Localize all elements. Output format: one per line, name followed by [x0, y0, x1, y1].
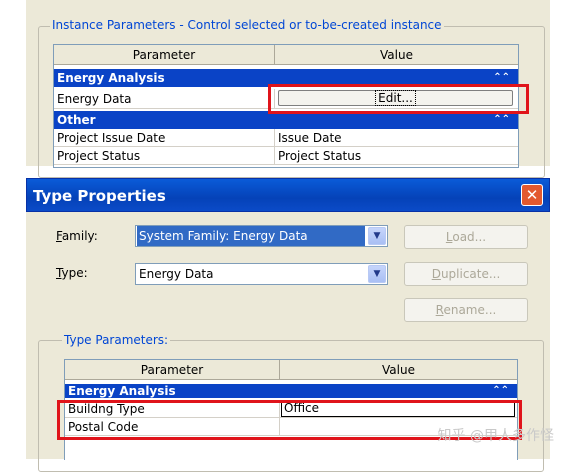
- param-value-cell: Office: [280, 400, 517, 417]
- edit-button-label: Edit...: [375, 90, 416, 106]
- column-header-value[interactable]: Value: [275, 45, 518, 65]
- family-dropdown[interactable]: System Family: Energy Data ▼: [135, 225, 388, 247]
- group-energy-analysis[interactable]: Energy Analysis ⌃⌃: [54, 69, 518, 87]
- param-name: Buildng Type: [65, 400, 280, 417]
- param-row-project-issue-date[interactable]: Project Issue Date Issue Date: [54, 129, 518, 147]
- load-button[interactable]: Load...: [404, 225, 528, 249]
- dialog-title: Type Properties: [33, 187, 166, 205]
- group-label: Energy Analysis: [57, 71, 165, 85]
- double-chevron-up-icon[interactable]: ⌃⌃: [493, 69, 510, 87]
- building-type-input[interactable]: Office: [281, 400, 515, 417]
- group-other[interactable]: Other ⌃⌃: [54, 111, 518, 129]
- column-header-parameter[interactable]: Parameter: [65, 360, 280, 380]
- param-value-cell: Edit...: [275, 89, 518, 108]
- param-name: Energy Data: [54, 89, 275, 108]
- instance-parameters-legend: Instance Parameters - Control selected o…: [50, 18, 444, 32]
- param-value[interactable]: Issue Date: [275, 129, 518, 146]
- param-name: Project Issue Date: [54, 129, 275, 146]
- instance-properties-grid: Parameter Value Energy Analysis ⌃⌃ Energ…: [53, 44, 519, 168]
- watermark: 知乎 @甲人多作怪: [437, 428, 554, 444]
- rename-button[interactable]: Rename...: [404, 298, 528, 322]
- family-value: System Family: Energy Data: [137, 226, 365, 246]
- column-header-value[interactable]: Value: [280, 360, 517, 380]
- family-label: Family:: [56, 229, 98, 243]
- param-name: Postal Code: [65, 418, 280, 435]
- column-header-parameter[interactable]: Parameter: [54, 45, 275, 65]
- close-icon[interactable]: ✕: [521, 184, 543, 206]
- type-dropdown[interactable]: Energy Data ▼: [135, 263, 388, 285]
- type-parameters-legend: Type Parameters:: [62, 333, 171, 347]
- type-value: Energy Data: [139, 267, 214, 281]
- chevron-down-icon[interactable]: ▼: [368, 227, 386, 245]
- type-properties-dialog: Type Properties ✕ Family: System Family:…: [26, 178, 550, 472]
- double-chevron-up-icon[interactable]: ⌃⌃: [492, 384, 509, 398]
- instance-parameters-panel: Instance Parameters - Control selected o…: [26, 0, 550, 178]
- group-energy-analysis[interactable]: Energy Analysis ⌃⌃: [65, 384, 517, 398]
- param-row-energy-data[interactable]: Energy Data Edit...: [54, 89, 518, 109]
- type-label: Type:: [56, 266, 88, 280]
- group-label: Other: [57, 113, 96, 127]
- title-bar[interactable]: Type Properties ✕: [26, 178, 550, 212]
- param-value[interactable]: Project Status: [275, 147, 518, 164]
- double-chevron-up-icon[interactable]: ⌃⌃: [493, 111, 510, 129]
- param-row-project-status[interactable]: Project Status Project Status: [54, 147, 518, 165]
- group-label: Energy Analysis: [68, 384, 176, 398]
- chevron-down-icon[interactable]: ▼: [368, 265, 386, 283]
- edit-button[interactable]: Edit...: [278, 90, 513, 106]
- param-row-building-type[interactable]: Buildng Type Office: [65, 400, 517, 418]
- duplicate-button[interactable]: Duplicate...: [404, 262, 528, 286]
- param-name: Project Status: [54, 147, 275, 164]
